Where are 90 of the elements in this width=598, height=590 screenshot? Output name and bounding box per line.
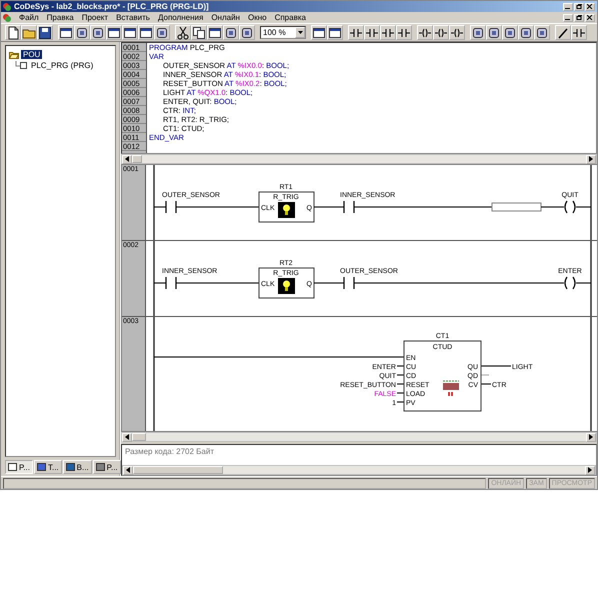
- rung-wire: [575, 206, 592, 208]
- empty-element-box: [491, 202, 542, 212]
- horizontal-scrollbar[interactable]: [122, 465, 596, 475]
- panel-icon[interactable]: [327, 25, 343, 40]
- rung-wire: [153, 282, 166, 284]
- panel-icon[interactable]: [58, 25, 74, 40]
- panel-icon[interactable]: [122, 25, 138, 40]
- window-title: CoDeSys - lab2_blocks.pro* - [PLC_PRG (PRG-LD)]: [14, 2, 210, 11]
- rung-wire: [540, 206, 564, 208]
- tab-icon: [36, 463, 46, 471]
- disk-icon[interactable]: [37, 25, 53, 40]
- scroll-right-icon[interactable]: [585, 466, 595, 474]
- organizer-tab[interactable]: B...: [62, 460, 92, 474]
- page-icon[interactable]: [5, 25, 21, 40]
- contact-icon[interactable]: [348, 25, 364, 40]
- scroll-thumb[interactable]: [132, 433, 146, 441]
- scroll-thumb[interactable]: [133, 466, 223, 474]
- coil-icon[interactable]: [433, 25, 449, 40]
- scroll-right-icon[interactable]: [586, 432, 596, 442]
- restore-icon[interactable]: [574, 14, 584, 22]
- chip-icon[interactable]: [518, 25, 534, 40]
- chip-icon[interactable]: [534, 25, 550, 40]
- organizer-tab[interactable]: T...: [34, 460, 62, 474]
- rung-wire: [575, 282, 592, 284]
- pen-icon[interactable]: [555, 25, 571, 40]
- menu-item[interactable]: Правка: [46, 13, 74, 22]
- copy-icon[interactable]: [191, 25, 207, 40]
- horizontal-scrollbar[interactable]: [121, 432, 597, 442]
- menu-item[interactable]: Справка: [274, 13, 306, 22]
- folder-icon[interactable]: [9, 50, 19, 58]
- scroll-thumb[interactable]: [132, 155, 142, 163]
- tab-icon: [66, 463, 75, 471]
- menu-item[interactable]: Проект: [82, 13, 108, 22]
- message-text: Размер кода: 2702 Байт: [125, 447, 215, 456]
- menu-item[interactable]: Файл: [19, 13, 39, 22]
- rung-wire: [313, 206, 344, 208]
- coil-symbol: [564, 276, 576, 290]
- scissors-icon[interactable]: [175, 25, 191, 40]
- rung-wire: [313, 282, 344, 284]
- coil-icon[interactable]: [417, 25, 433, 40]
- scroll-left-icon[interactable]: [123, 466, 133, 474]
- coil-symbol: [564, 200, 576, 214]
- chip-icon[interactable]: [470, 25, 486, 40]
- menu-item[interactable]: Дополнения: [158, 13, 204, 22]
- chip-icon[interactable]: [74, 25, 90, 40]
- panel-icon[interactable]: [311, 25, 327, 40]
- organizer-tab[interactable]: P...: [5, 460, 33, 474]
- scroll-left-icon[interactable]: [122, 154, 132, 164]
- organizer-tab[interactable]: P...: [92, 460, 121, 474]
- contact-symbol: [165, 276, 176, 290]
- contact-symbol: [343, 276, 354, 290]
- minimize-icon[interactable]: [563, 14, 573, 22]
- contact-symbol: [343, 200, 354, 214]
- tree-item[interactable]: PLC_PRG (PRG): [29, 61, 96, 70]
- tree-item[interactable]: POU: [21, 50, 42, 59]
- contact-icon[interactable]: [364, 25, 380, 40]
- contact-symbol: [165, 200, 176, 214]
- panel-icon[interactable]: [106, 25, 122, 40]
- bulb-icon: [278, 278, 295, 294]
- scroll-right-icon[interactable]: [586, 154, 596, 164]
- zoom-field[interactable]: 100 %: [260, 26, 306, 39]
- scroll-left-icon[interactable]: [122, 432, 132, 442]
- chip-icon[interactable]: [486, 25, 502, 40]
- minimize-icon[interactable]: [563, 2, 573, 10]
- menu-item[interactable]: Вставить: [116, 13, 150, 22]
- bulb-icon: [278, 202, 295, 218]
- horizontal-scrollbar[interactable]: [121, 154, 597, 164]
- restore-icon[interactable]: [574, 2, 584, 10]
- coil-icon[interactable]: [449, 25, 465, 40]
- contact-icon[interactable]: [380, 25, 396, 40]
- pin-wire: [480, 374, 490, 376]
- panel-icon[interactable]: [138, 25, 154, 40]
- rung-wire: [153, 206, 166, 208]
- tab-icon: [96, 463, 105, 471]
- tree-branch-icon: [15, 61, 27, 70]
- chip-icon[interactable]: [239, 25, 255, 40]
- contact-icon[interactable]: [396, 25, 412, 40]
- chip-icon[interactable]: [154, 25, 170, 40]
- dropdown-icon[interactable]: [295, 27, 305, 38]
- close-icon[interactable]: [585, 2, 595, 10]
- chip-icon[interactable]: [502, 25, 518, 40]
- chip-icon[interactable]: [223, 25, 239, 40]
- menu-item[interactable]: Онлайн: [211, 13, 240, 22]
- counter-display-icon: [442, 380, 460, 397]
- chip-icon[interactable]: [90, 25, 106, 40]
- contact-icon[interactable]: [571, 25, 587, 40]
- menu-item[interactable]: Окно: [248, 13, 267, 22]
- close-icon[interactable]: [585, 14, 595, 22]
- panel-icon[interactable]: [207, 25, 223, 40]
- tab-icon: [8, 463, 17, 471]
